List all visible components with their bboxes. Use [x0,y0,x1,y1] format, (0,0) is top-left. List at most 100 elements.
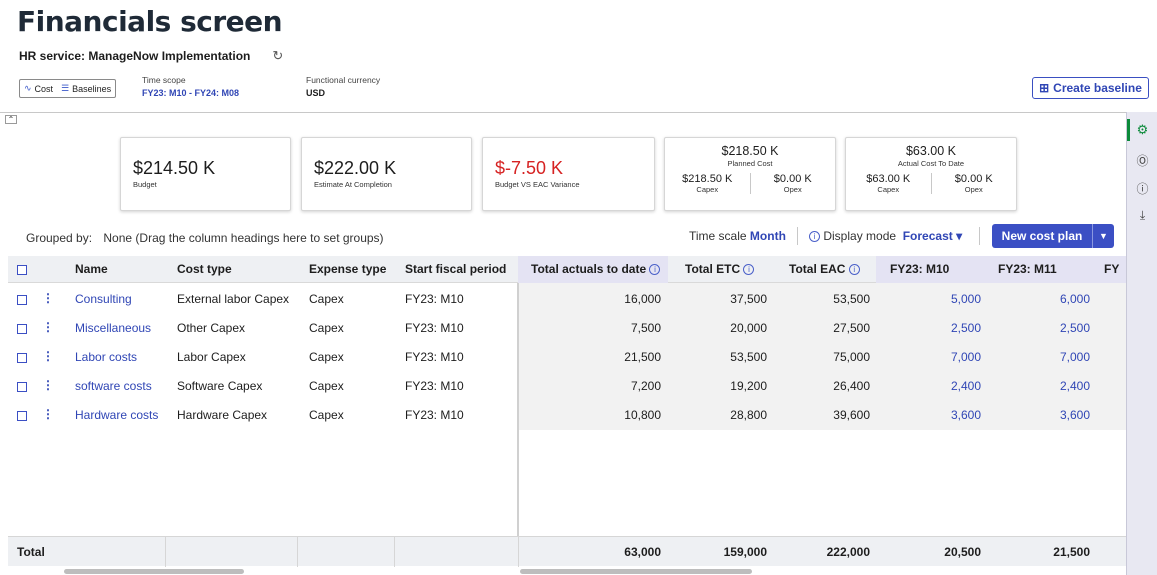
cell-cost-type: Software Capex [177,379,263,393]
cell-eac: 39,600 [833,408,870,422]
cell-name[interactable]: Hardware costs [75,408,158,422]
row-checkbox[interactable] [17,350,27,364]
cell-actuals: 21,500 [624,350,661,364]
cell-name[interactable]: Consulting [75,292,132,306]
row-checkbox[interactable] [17,292,27,306]
cell-m11[interactable]: 2,400 [981,379,1090,393]
cell-eac: 75,000 [833,350,870,364]
budget-card: $214.50 K Budget [120,137,291,211]
actual-value: $63.00 K [905,144,957,158]
col-eac[interactable]: Total EAC i [789,256,860,283]
divider [297,537,298,567]
currency-value: USD [306,88,326,98]
cell-m11[interactable]: 6,000 [981,292,1090,306]
time-scale-value[interactable]: Month [750,229,786,243]
actual-label: Actual Cost To Date [897,159,965,168]
display-mode: i Display mode Forecast ▾ [809,229,962,243]
cell-m10[interactable]: 2,400 [870,379,981,393]
cell-m10[interactable]: 5,000 [870,292,981,306]
download-icon[interactable]: ⤓ [1127,208,1157,223]
cell-m11[interactable]: 2,500 [981,321,1090,335]
col-fy23-m10[interactable]: FY23: M10 [876,256,988,283]
planned-label: Planned Cost [727,159,773,168]
cell-m10[interactable]: 7,000 [870,350,981,364]
cell-m10[interactable]: 3,600 [870,408,981,422]
row-menu-icon[interactable]: ⋮ [42,407,54,421]
gear-icon[interactable]: ⚙ [1127,122,1157,138]
total-m11: 21,500 [1053,545,1090,559]
planned-value: $218.50 K [721,144,779,158]
cell-m11[interactable]: 7,000 [981,350,1090,364]
info-icon[interactable]: i [848,264,860,276]
row-checkbox[interactable] [17,321,27,335]
col-fy23-m11[interactable]: FY23: M11 [988,256,1098,283]
variance-label: Budget VS EAC Variance [495,180,580,189]
col-cost-type[interactable]: Cost type [177,256,232,283]
cell-expense-type: Capex [309,292,344,306]
cell-actuals: 16,000 [624,292,661,306]
variance-value: $-7.50 K [495,158,564,178]
left-scrollbar[interactable] [64,569,244,574]
select-all-checkbox[interactable] [17,256,27,283]
row-menu-icon[interactable]: ⋮ [42,291,54,305]
functional-currency: Functional currency USD [306,75,380,98]
planned-cost-card: $218.50 K Planned Cost $218.50 K Capex $0… [664,137,836,211]
time-scale[interactable]: Time scale Month [689,229,786,243]
chevron-down-icon[interactable]: ▼ [1092,224,1114,248]
time-scope-value[interactable]: FY23: M10 - FY24: M08 [142,88,239,98]
separator [797,227,798,245]
cell-name[interactable]: software costs [75,379,152,393]
table-row[interactable]: ⋮ Labor costs Labor Capex Capex FY23: M10 21,… [8,343,1126,372]
row-menu-icon[interactable]: ⋮ [42,320,54,334]
info-icon[interactable]: i [809,231,820,243]
cell-name[interactable]: Labor costs [75,350,137,364]
right-scrollbar[interactable] [520,569,752,574]
col-expense-type[interactable]: Expense type [309,256,386,283]
group-by-bar[interactable]: Grouped by: None (Drag the column headin… [26,231,384,245]
row-checkbox[interactable] [17,379,27,393]
cell-m10[interactable]: 2,500 [870,321,981,335]
planned-capex: $218.50 K [682,173,733,185]
cell-cost-type: Other Capex [177,321,246,335]
info-icon[interactable]: ⓘ [1127,180,1157,197]
info-icon[interactable]: i [743,264,755,276]
cell-m11[interactable]: 3,600 [981,408,1090,422]
eac-card: $222.00 K Estimate At Completion [301,137,472,211]
info-icon[interactable]: i [649,264,661,276]
table-row[interactable]: ⋮ Consulting External labor Capex Capex FY23… [8,285,1126,314]
col-fy-next[interactable]: FY [1098,256,1126,283]
help-icon[interactable]: Ⓞ [1127,152,1157,169]
cell-etc: 28,800 [730,408,767,422]
view-toggle: ∿ Cost ☰ Baselines [19,79,117,98]
cell-name[interactable]: Miscellaneous [75,321,151,335]
variance-card: $-7.50 K Budget VS EAC Variance [482,137,655,211]
table-row[interactable]: ⋮ software costs Software Capex Capex FY23: … [8,372,1126,401]
row-menu-icon[interactable]: ⋮ [42,349,54,363]
row-checkbox[interactable] [17,408,27,422]
col-start-period[interactable]: Start fiscal period [405,256,506,283]
table-row[interactable]: ⋮ Hardware costs Hardware Capex Capex FY23: … [8,401,1126,430]
toggle-cost[interactable]: ∿ Cost [24,83,53,94]
cell-actuals: 10,800 [624,408,661,422]
row-menu-icon[interactable]: ⋮ [42,378,54,392]
page-title: Financials screen [17,5,283,38]
table-row[interactable]: ⋮ Miscellaneous Other Capex Capex FY23: M10 7… [8,314,1126,343]
col-name[interactable]: Name [75,256,108,283]
display-mode-value[interactable]: Forecast ▾ [903,229,962,243]
refresh-icon[interactable]: ↻ [272,48,283,64]
total-actuals: 63,000 [624,545,661,559]
toggle-baselines[interactable]: ☰ Baselines [61,83,111,94]
new-cost-plan-button[interactable]: New cost plan ▼ [992,224,1114,248]
planned-opex-label: Opex [783,185,802,194]
divider [0,112,1126,113]
totals-label: Total [17,545,45,559]
time-scale-label: Time scale [689,229,747,243]
collapse-icon[interactable]: ⌃ [5,115,17,124]
create-baseline-button[interactable]: ⊞ Create baseline [1032,77,1149,99]
total-eac: 222,000 [826,545,870,559]
col-actuals[interactable]: Total actuals to date i [518,256,668,283]
budget-value: $214.50 K [133,158,216,178]
financials-page: Financials screen HR service: ManageNow … [0,0,1157,575]
col-etc[interactable]: Total ETC i [685,256,755,283]
cell-etc: 20,000 [730,321,767,335]
